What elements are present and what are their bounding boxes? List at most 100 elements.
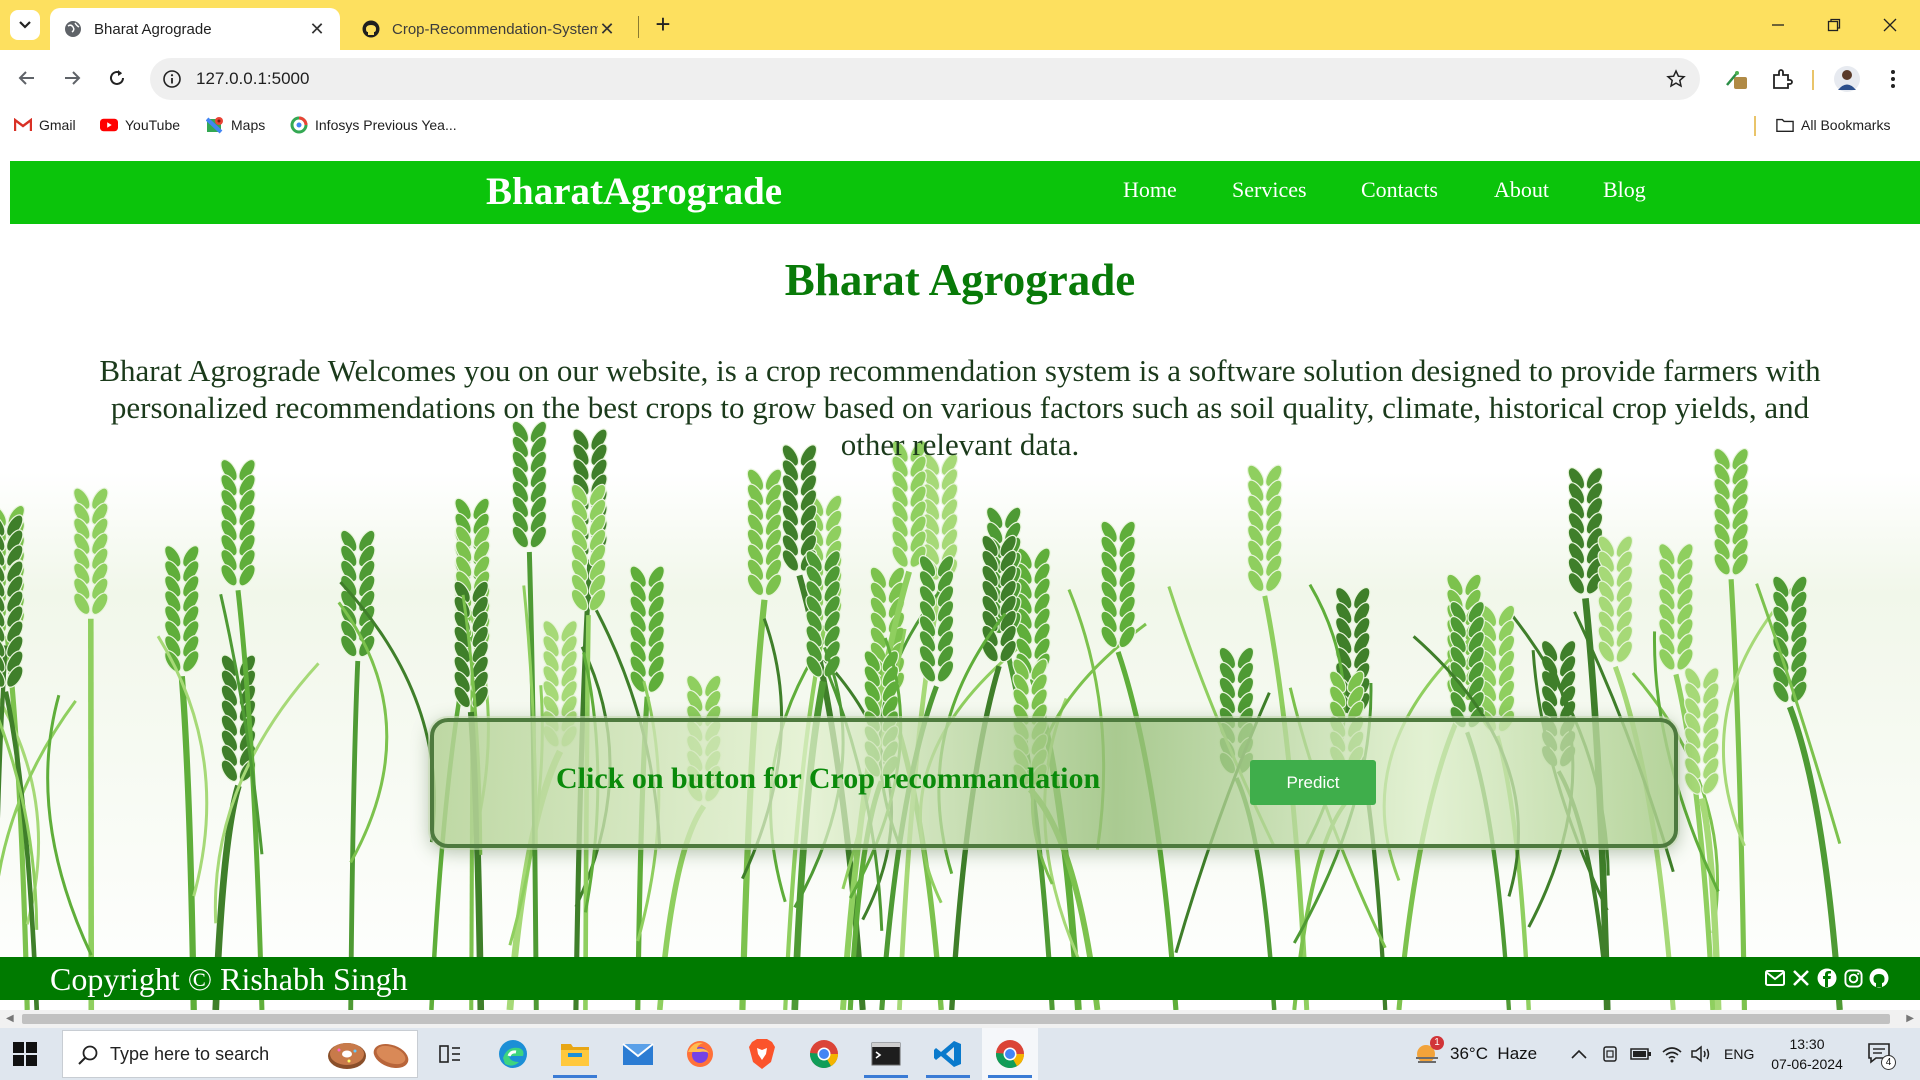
tray-device-icon[interactable]	[1600, 1028, 1620, 1080]
site-brand[interactable]: BharatAgrograde	[486, 169, 782, 214]
github-icon[interactable]	[1868, 967, 1890, 989]
brave-taskbar-button[interactable]	[734, 1028, 790, 1080]
url-text: 127.0.0.1:5000	[196, 69, 310, 88]
web-page: BharatAgrograde Home Services Contacts A…	[0, 142, 1920, 1010]
tab-bharat-agrograde[interactable]: Bharat Agrograde ✕	[50, 8, 340, 50]
nav-blog-link[interactable]: Blog	[1603, 177, 1646, 203]
bookmark-label: Infosys Previous Yea...	[315, 117, 457, 133]
chrome-taskbar-button[interactable]	[796, 1028, 852, 1080]
tab-search-button[interactable]	[10, 10, 40, 40]
file-explorer-taskbar-button[interactable]	[547, 1028, 603, 1080]
browser-tab-strip: Bharat Agrograde ✕ Crop-Recommendation-S…	[0, 0, 1920, 50]
vscode-taskbar-button[interactable]	[920, 1028, 976, 1080]
weather-alert-badge: 1	[1430, 1036, 1444, 1050]
instagram-icon[interactable]	[1842, 967, 1864, 989]
address-bar[interactable]: 127.0.0.1:5000	[150, 58, 1700, 100]
site-footer: Copyright © Rishabh Singh	[0, 957, 1920, 1000]
close-tab-icon[interactable]: ✕	[598, 19, 616, 40]
scrollbar-thumb[interactable]	[22, 1014, 1890, 1024]
notification-center-button[interactable]: 4	[1866, 1040, 1896, 1070]
scroll-left-icon[interactable]: ◀	[6, 1013, 14, 1024]
wifi-button[interactable]	[1662, 1028, 1682, 1080]
bookmark-youtube[interactable]: YouTube	[100, 114, 180, 136]
reload-button[interactable]	[100, 61, 134, 95]
nav-about-link[interactable]: About	[1494, 177, 1549, 203]
mail-icon[interactable]	[1764, 967, 1786, 989]
firefox-taskbar-button[interactable]	[672, 1028, 728, 1080]
restore-button[interactable]	[1814, 12, 1854, 38]
chevron-up-icon	[1571, 1049, 1587, 1059]
mail-taskbar-button[interactable]	[610, 1028, 666, 1080]
minimize-button[interactable]	[1758, 12, 1798, 38]
speaker-icon	[1691, 1045, 1710, 1063]
reload-icon	[110, 70, 124, 85]
input-language[interactable]: ENG	[1724, 1028, 1754, 1080]
system-clock[interactable]: 13:30 07-06-2024	[1758, 1034, 1856, 1074]
predict-card: Click on button for Crop recommandation …	[430, 718, 1678, 848]
page-heading: Bharat Agrograde	[784, 255, 1136, 305]
globe-icon	[65, 21, 81, 37]
more-menu-icon[interactable]	[1878, 64, 1908, 94]
extension-update-icon[interactable]	[1722, 64, 1752, 94]
copyright-text: Copyright © Rishabh Singh	[50, 961, 408, 997]
taskbar-search[interactable]: Type here to search	[62, 1030, 418, 1078]
bookmarks-divider	[1754, 116, 1756, 136]
forward-button[interactable]	[55, 61, 89, 95]
bookmarks-bar: Gmail YouTube Maps Infosys Previous Yea.…	[0, 108, 1920, 142]
notification-count-badge: 4	[1881, 1055, 1896, 1070]
site-info-icon[interactable]	[160, 67, 184, 91]
extensions-puzzle-icon[interactable]	[1767, 64, 1797, 94]
predict-button[interactable]: Predict	[1250, 760, 1376, 805]
tab-crop-recommendation-system[interactable]: Crop-Recommendation-System ✕	[348, 8, 630, 50]
tab-divider	[638, 16, 639, 38]
volume-button[interactable]	[1690, 1028, 1712, 1080]
wheat-stalk	[1713, 447, 1796, 1010]
nav-home-link[interactable]: Home	[1123, 177, 1177, 203]
battery-button[interactable]	[1630, 1028, 1652, 1080]
weather-widget[interactable]: 1 36°C Haze	[1414, 1028, 1537, 1080]
close-window-button[interactable]	[1870, 12, 1910, 38]
arrow-left-icon	[18, 71, 34, 85]
battery-icon	[1630, 1048, 1651, 1060]
horizontal-scrollbar[interactable]: ◀ ▶	[0, 1010, 1920, 1028]
mail-icon	[622, 1043, 654, 1065]
windows-start-icon[interactable]	[12, 1041, 38, 1067]
scroll-right-icon[interactable]: ▶	[1906, 1013, 1914, 1024]
clock-time: 13:30	[1789, 1036, 1825, 1052]
nav-services-link[interactable]: Services	[1232, 177, 1307, 203]
gmail-icon	[14, 116, 32, 134]
task-view-button[interactable]	[422, 1028, 478, 1080]
bookmark-maps[interactable]: Maps	[206, 114, 265, 136]
tab-title: Bharat Agrograde	[94, 20, 212, 38]
profile-avatar[interactable]	[1832, 64, 1862, 94]
restore-icon	[1827, 18, 1841, 32]
folder-icon	[1776, 116, 1794, 134]
clock-date: 07-06-2024	[1771, 1056, 1843, 1072]
bookmark-label: Gmail	[39, 117, 76, 133]
vscode-icon	[934, 1041, 961, 1067]
x-icon[interactable]	[1790, 967, 1812, 989]
minimize-icon	[1772, 24, 1784, 26]
close-icon	[1883, 18, 1897, 32]
terminal-taskbar-button[interactable]	[858, 1028, 914, 1080]
brave-icon	[749, 1039, 775, 1069]
edge-taskbar-button[interactable]	[485, 1028, 541, 1080]
close-tab-icon[interactable]: ✕	[308, 19, 326, 40]
all-bookmarks-button[interactable]: All Bookmarks	[1776, 114, 1890, 136]
show-hidden-icons-button[interactable]	[1570, 1028, 1588, 1080]
nav-contacts-link[interactable]: Contacts	[1361, 177, 1438, 203]
browser-toolbar: 127.0.0.1:5000	[0, 50, 1920, 108]
facebook-icon[interactable]	[1816, 967, 1838, 989]
infosys-icon	[290, 116, 308, 134]
wheat-stalk	[46, 487, 109, 1010]
chrome-icon	[810, 1040, 838, 1068]
new-tab-button[interactable]: +	[650, 11, 676, 38]
chrome-active-taskbar-button[interactable]	[982, 1028, 1038, 1080]
bookmark-gmail[interactable]: Gmail	[14, 114, 76, 136]
bookmark-star-icon[interactable]	[1664, 67, 1688, 91]
file-explorer-icon	[561, 1044, 589, 1066]
intro-paragraph: Bharat Agrograde Welcomes you on our web…	[99, 353, 1821, 462]
back-button[interactable]	[10, 61, 44, 95]
youtube-icon	[100, 116, 118, 134]
bookmark-infosys[interactable]: Infosys Previous Yea...	[290, 114, 457, 136]
